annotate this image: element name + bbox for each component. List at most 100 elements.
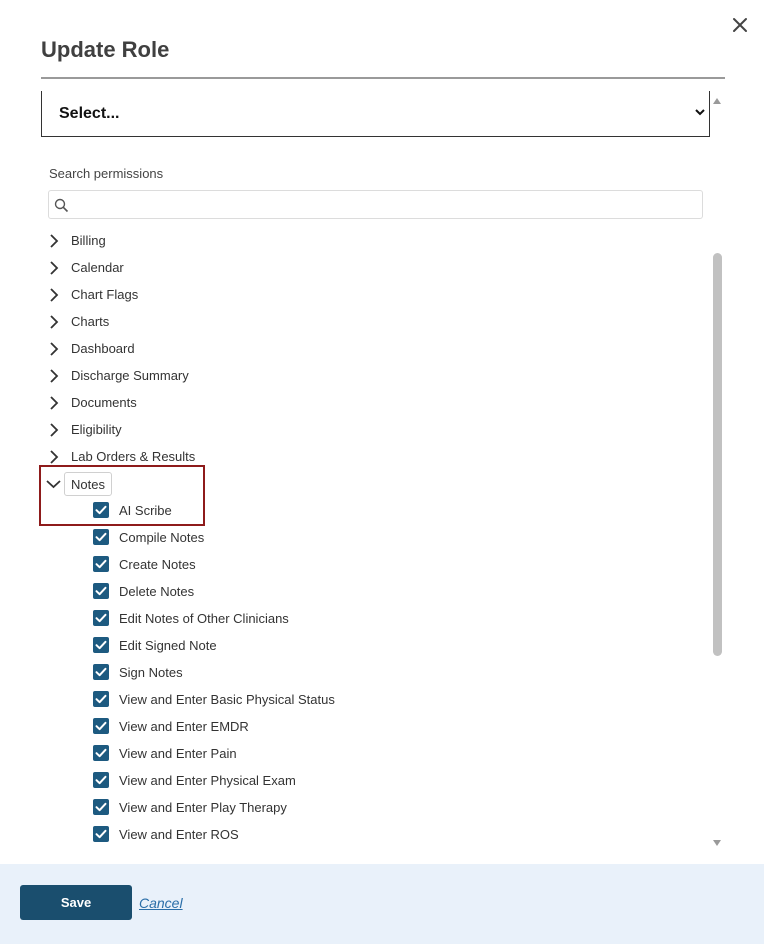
scrollbar-thumb[interactable] <box>713 253 722 656</box>
permission-row: Create Notes <box>0 551 710 578</box>
permission-label: Create Notes <box>119 557 196 572</box>
checkmark-icon <box>95 613 107 623</box>
chevron-right-icon <box>50 423 59 437</box>
chevron-right-icon <box>50 369 59 383</box>
category-label: Documents <box>71 395 137 410</box>
scroll-down-arrow-icon[interactable] <box>711 838 723 848</box>
permission-row: Edit Signed Note <box>0 632 710 659</box>
permission-row: Delete Notes <box>0 578 710 605</box>
permission-label: AI Scribe <box>119 503 172 518</box>
permission-row: View and Enter Play Therapy <box>0 794 710 821</box>
permission-row: View and Enter ROS <box>0 821 710 848</box>
chevron-right-icon <box>50 315 59 329</box>
category-label: Eligibility <box>71 422 122 437</box>
search-icon <box>54 198 69 213</box>
save-button[interactable]: Save <box>20 885 132 920</box>
checkmark-icon <box>95 748 107 758</box>
category-row-charts[interactable]: Charts <box>0 308 710 335</box>
permissions-tree: Billing Calendar Chart Flags Charts Dash… <box>0 227 710 848</box>
role-select[interactable]: Select... <box>41 91 710 137</box>
category-row-billing[interactable]: Billing <box>0 227 710 254</box>
permission-row: Edit Notes of Other Clinicians <box>0 605 710 632</box>
notes-category-label[interactable]: Notes <box>64 472 112 496</box>
permission-checkbox[interactable] <box>93 664 109 680</box>
category-row-chart-flags[interactable]: Chart Flags <box>0 281 710 308</box>
cancel-link[interactable]: Cancel <box>139 895 183 911</box>
checkmark-icon <box>95 694 107 704</box>
category-label: Billing <box>71 233 106 248</box>
permission-row: Compile Notes <box>0 524 710 551</box>
permission-row: AI Scribe <box>0 497 710 524</box>
permission-checkbox[interactable] <box>93 745 109 761</box>
checkmark-icon <box>95 532 107 542</box>
permission-checkbox[interactable] <box>93 691 109 707</box>
checkmark-icon <box>95 505 107 515</box>
checkmark-icon <box>95 586 107 596</box>
permission-checkbox[interactable] <box>93 529 109 545</box>
role-select-value: Select... <box>59 104 120 122</box>
permission-checkbox[interactable] <box>93 637 109 653</box>
search-input[interactable] <box>73 193 693 216</box>
permission-checkbox[interactable] <box>93 718 109 734</box>
category-row-discharge-summary[interactable]: Discharge Summary <box>0 362 710 389</box>
permission-label: View and Enter Basic Physical Status <box>119 692 335 707</box>
category-label: Lab Orders & Results <box>71 449 196 464</box>
permission-label: Compile Notes <box>119 530 205 545</box>
permission-row: View and Enter EMDR <box>0 713 710 740</box>
chevron-right-icon <box>50 288 59 302</box>
search-box <box>48 190 703 219</box>
permission-checkbox[interactable] <box>93 799 109 815</box>
checkmark-icon <box>95 802 107 812</box>
category-label: Discharge Summary <box>71 368 189 383</box>
chevron-right-icon <box>50 234 59 248</box>
category-row-documents[interactable]: Documents <box>0 389 710 416</box>
permission-label: Edit Notes of Other Clinicians <box>119 611 289 626</box>
category-row-calendar[interactable]: Calendar <box>0 254 710 281</box>
permission-label: View and Enter ROS <box>119 827 239 842</box>
category-row-lab-orders-results[interactable]: Lab Orders & Results <box>0 443 710 470</box>
permission-checkbox[interactable] <box>93 556 109 572</box>
category-label: Chart Flags <box>71 287 139 302</box>
checkmark-icon <box>95 721 107 731</box>
dialog-title: Update Role <box>41 37 170 62</box>
scroll-up-arrow-icon[interactable] <box>711 96 723 106</box>
category-row-eligibility[interactable]: Eligibility <box>0 416 710 443</box>
notes-permission-list: AI Scribe Compile Notes Create Notes Delete… <box>0 497 710 848</box>
category-label: Charts <box>71 314 110 329</box>
chevron-down-icon <box>695 109 705 116</box>
permission-label: View and Enter EMDR <box>119 719 249 734</box>
permissions-scroll-area: Select... Search permissions Billing Cal… <box>0 79 764 851</box>
permission-label: View and Enter Pain <box>119 746 237 761</box>
chevron-right-icon <box>50 342 59 356</box>
chevron-right-icon <box>50 396 59 410</box>
checkmark-icon <box>95 667 107 677</box>
close-button[interactable] <box>729 14 751 36</box>
checkmark-icon <box>95 829 107 839</box>
chevron-down-icon[interactable] <box>46 479 61 489</box>
permission-label: Sign Notes <box>119 665 183 680</box>
checkmark-icon <box>95 640 107 650</box>
permission-checkbox[interactable] <box>93 610 109 626</box>
checkmark-icon <box>95 559 107 569</box>
permission-row: Sign Notes <box>0 659 710 686</box>
checkmark-icon <box>95 775 107 785</box>
dialog-footer: Save Cancel <box>0 864 764 944</box>
permission-checkbox[interactable] <box>93 583 109 599</box>
permission-label: View and Enter Play Therapy <box>119 800 287 815</box>
close-icon <box>733 18 747 32</box>
search-label: Search permissions <box>49 166 164 181</box>
category-label: Calendar <box>71 260 124 275</box>
permission-checkbox[interactable] <box>93 826 109 842</box>
category-row-dashboard[interactable]: Dashboard <box>0 335 710 362</box>
category-label: Dashboard <box>71 341 135 356</box>
permission-label: Edit Signed Note <box>119 638 217 653</box>
permission-checkbox[interactable] <box>93 772 109 788</box>
permission-row: View and Enter Basic Physical Status <box>0 686 710 713</box>
category-row-notes: Notes <box>0 470 710 497</box>
chevron-right-icon <box>50 450 59 464</box>
permission-label: Delete Notes <box>119 584 195 599</box>
permission-checkbox[interactable] <box>93 502 109 518</box>
permission-row: View and Enter Physical Exam <box>0 767 710 794</box>
permission-label: View and Enter Physical Exam <box>119 773 296 788</box>
chevron-right-icon <box>50 261 59 275</box>
